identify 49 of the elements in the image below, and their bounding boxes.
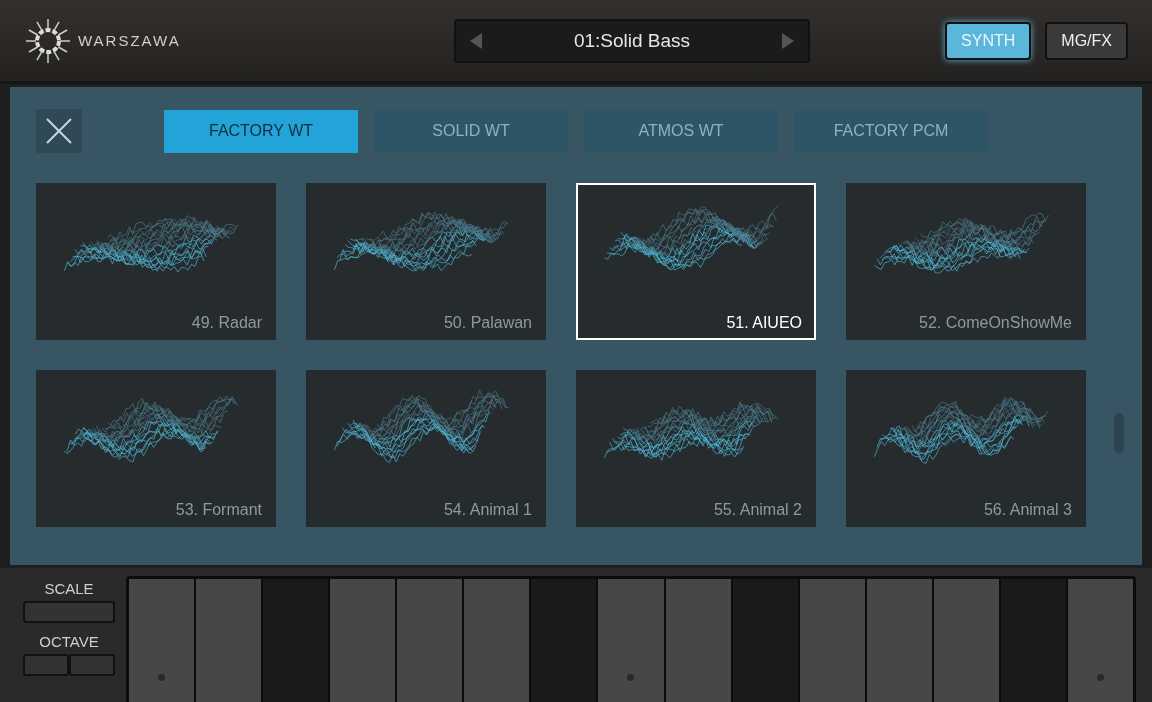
pad-key[interactable] <box>129 579 195 702</box>
pad-key[interactable] <box>397 579 463 702</box>
wavetable-tile[interactable]: 55. Animal 2 <box>576 370 816 527</box>
wavetable-tile[interactable]: 56. Animal 3 <box>846 370 1086 527</box>
wavetable-tile[interactable]: 50. Palawan <box>306 183 546 340</box>
pad-key[interactable] <box>598 579 664 702</box>
preset-name: 01:Solid Bass <box>573 29 691 52</box>
close-icon <box>45 117 73 145</box>
scale-button[interactable] <box>23 601 115 623</box>
pad-key[interactable] <box>933 579 999 702</box>
wavetable-name: 50. Palawan <box>443 314 532 332</box>
pad-key[interactable] <box>263 579 329 702</box>
logo-icon <box>24 16 72 65</box>
wavetable-name: 55. Animal 2 <box>713 501 802 519</box>
preset-selector[interactable]: 01:Solid Bass <box>454 18 810 63</box>
wavetable-tile[interactable]: 54. Animal 1 <box>306 370 546 527</box>
right-arrow-icon[interactable] <box>780 31 796 50</box>
close-button[interactable] <box>36 109 82 153</box>
pad-key[interactable] <box>866 579 932 702</box>
pad-key[interactable] <box>464 579 530 702</box>
wavetable-tile[interactable]: 53. Formant <box>36 370 276 527</box>
wavetable-name: 54. Animal 1 <box>443 501 532 519</box>
wavetable-tile[interactable]: 49. Radar <box>36 183 276 340</box>
octave-up-button[interactable] <box>69 654 115 676</box>
scale-label: SCALE <box>44 580 94 597</box>
category-tab[interactable]: SOLID WT <box>374 109 568 153</box>
category-tab[interactable]: FACTORY PCM <box>794 109 988 153</box>
wavetable-name: 52. ComeOnShowMe <box>919 314 1072 332</box>
octave-label: OCTAVE <box>39 633 99 650</box>
pad-key[interactable] <box>196 579 262 702</box>
wavetable-tile[interactable]: 52. ComeOnShowMe <box>846 183 1086 340</box>
octave-down-button[interactable] <box>23 654 69 676</box>
left-arrow-icon[interactable] <box>468 31 484 50</box>
pad-key[interactable] <box>1067 579 1133 702</box>
pad-key[interactable] <box>732 579 798 702</box>
category-tab[interactable]: ATMOS WT <box>584 109 778 153</box>
mode-button[interactable]: MG/FX <box>1045 21 1128 60</box>
category-tab[interactable]: FACTORY WT <box>164 109 358 153</box>
pad-key[interactable] <box>531 579 597 702</box>
pad-key[interactable] <box>1000 579 1066 702</box>
pad-key[interactable] <box>330 579 396 702</box>
wavetable-name: 56. Animal 3 <box>983 501 1072 519</box>
pad-key[interactable] <box>799 579 865 702</box>
wavetable-name: 49. Radar <box>191 314 262 332</box>
wavetable-name: 53. Formant <box>175 501 262 519</box>
wavetable-name: 51. AIUEO <box>726 314 802 332</box>
pad-key[interactable] <box>665 579 731 702</box>
logo-text: WARSZAWA <box>78 32 181 49</box>
wavetable-tile[interactable]: 51. AIUEO <box>576 183 816 340</box>
